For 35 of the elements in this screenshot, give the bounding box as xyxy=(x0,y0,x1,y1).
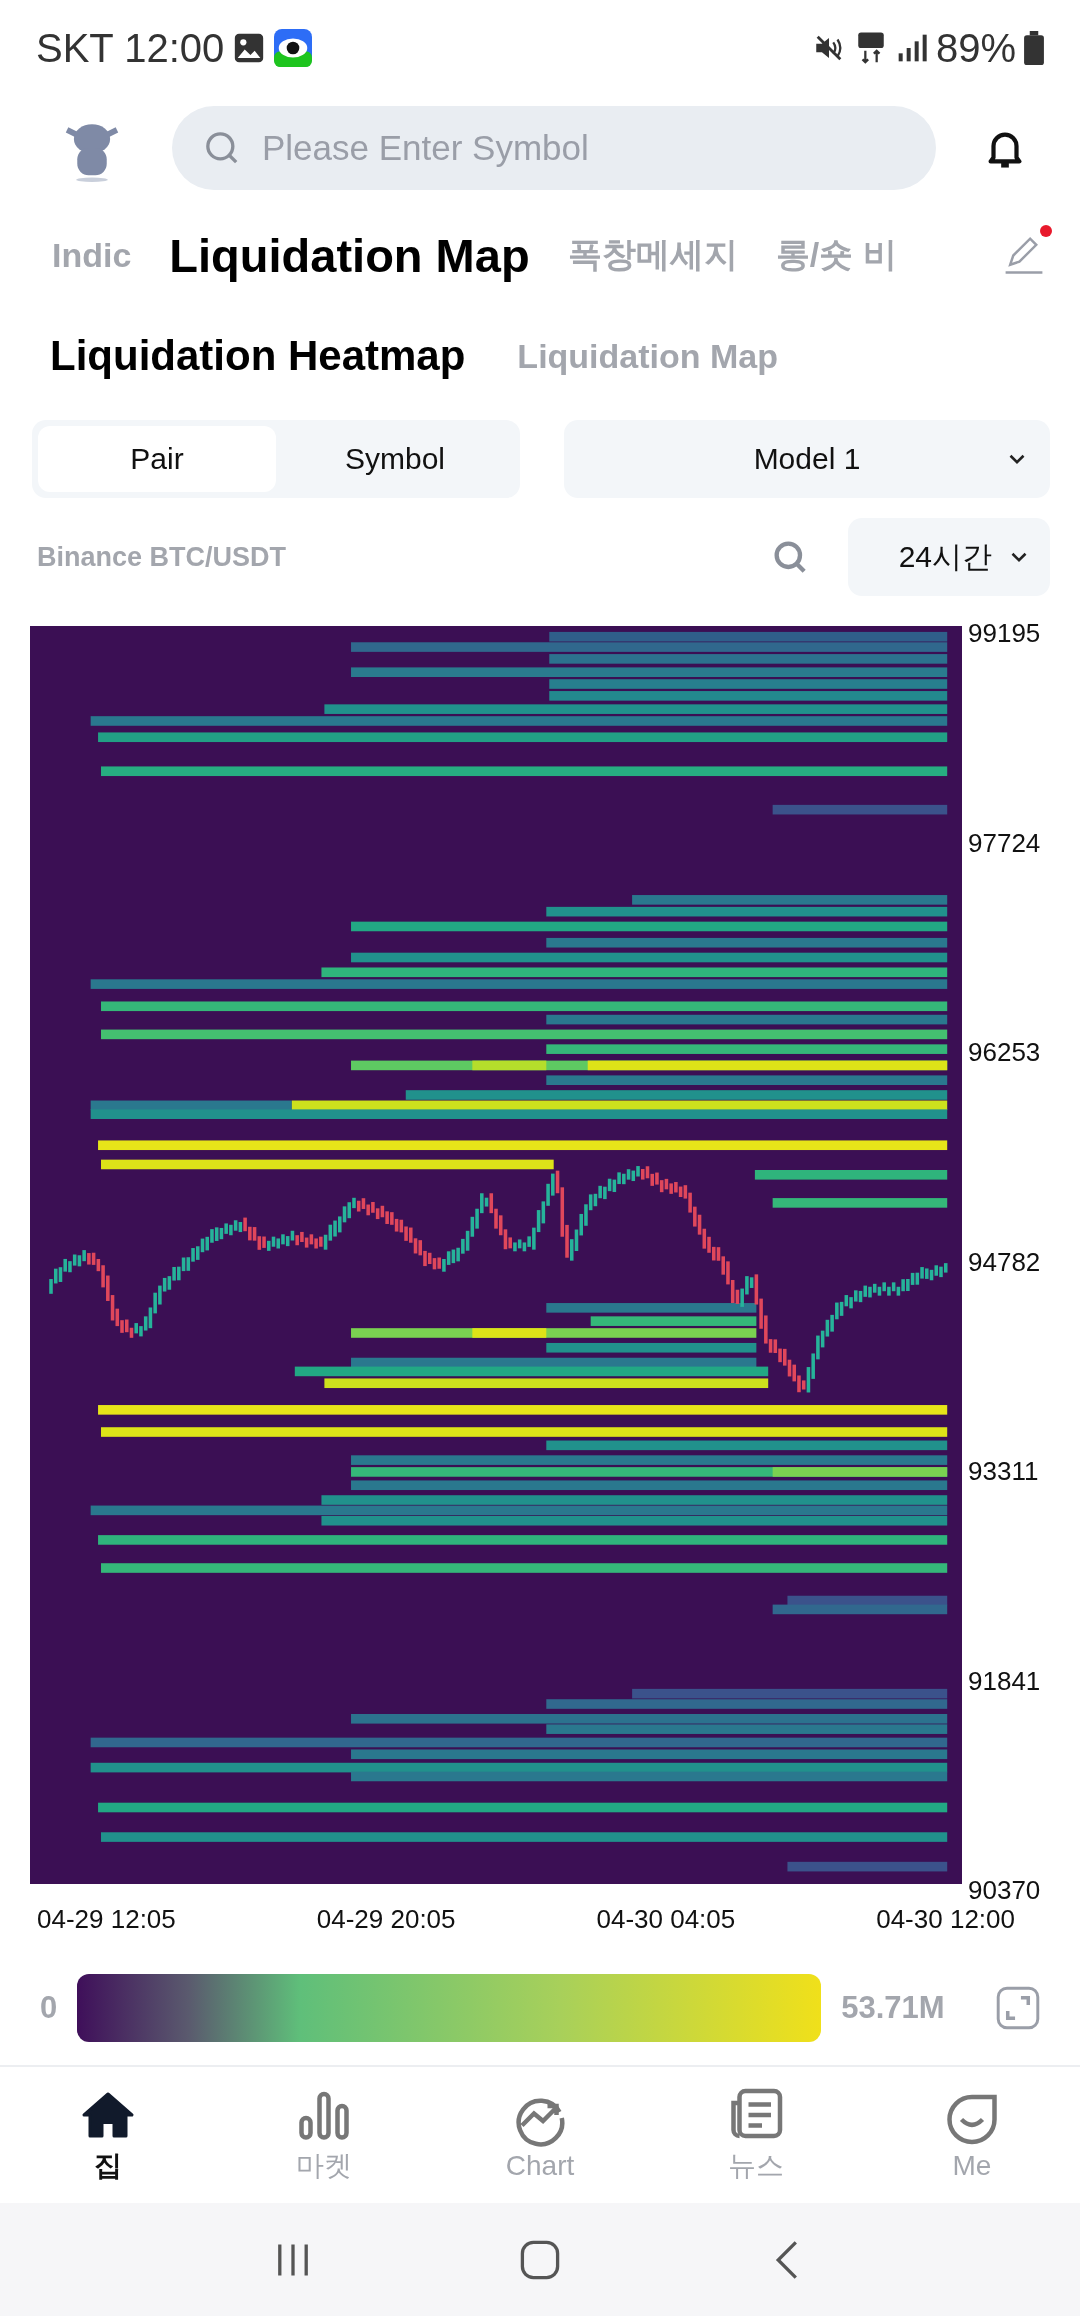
nav-tab[interactable]: 뉴스 xyxy=(648,2067,864,2203)
nav-tab[interactable]: 집 xyxy=(0,2067,216,2203)
carrier-time: SKT 12:00 xyxy=(36,25,225,71)
category-tab[interactable]: 롱/숏 비 xyxy=(775,232,897,278)
view-tab[interactable]: Liquidation Map xyxy=(517,336,778,376)
price-axis-label: 94782 xyxy=(968,1246,1041,1278)
price-axis-label: 93311 xyxy=(968,1456,1040,1487)
nav-tab[interactable]: Me xyxy=(864,2067,1080,2203)
time-axis-label: 04-29 20:05 xyxy=(316,1904,456,1935)
battery-icon xyxy=(1024,31,1044,65)
model-dropdown[interactable]: Model 1 xyxy=(564,420,1050,498)
category-tab[interactable]: 폭창메세지 xyxy=(567,232,738,278)
search-field[interactable]: Please Enter Symbol xyxy=(172,106,936,190)
nav-tab[interactable]: Chart xyxy=(432,2067,648,2203)
fullscreen-icon[interactable] xyxy=(996,1986,1040,2030)
price-axis-label: 96253 xyxy=(968,1037,1041,1068)
price-axis-label: 97724 xyxy=(968,827,1041,859)
category-tab[interactable]: Liquidation Map xyxy=(169,227,530,283)
nav-tab[interactable]: 마켓 xyxy=(216,2067,432,2203)
view-tab[interactable]: Liquidation Heatmap xyxy=(50,332,466,380)
battery-percent: 89% xyxy=(935,25,1016,71)
app-icon xyxy=(274,29,313,67)
price-axis-label: 91841 xyxy=(968,1665,1041,1697)
category-tab[interactable]: Indic xyxy=(52,235,132,275)
timeframe-dropdown[interactable]: 24시간 xyxy=(848,518,1050,596)
time-axis-label: 04-30 12:00 xyxy=(876,1904,1015,1935)
market-label: Binance BTC/USDT xyxy=(37,541,287,573)
segment-option[interactable]: Pair xyxy=(38,426,276,492)
time-axis-label: 04-29 12:05 xyxy=(37,1904,176,1935)
price-axis-label: 90370 xyxy=(968,1875,1041,1906)
legend-min: 0 xyxy=(40,1990,58,2026)
time-axis-label: 04-30 04:05 xyxy=(596,1904,736,1935)
legend-max: 53.71M xyxy=(841,1990,945,2026)
segment-option[interactable]: Symbol xyxy=(276,426,514,492)
price-axis-label: 99195 xyxy=(968,618,1041,649)
